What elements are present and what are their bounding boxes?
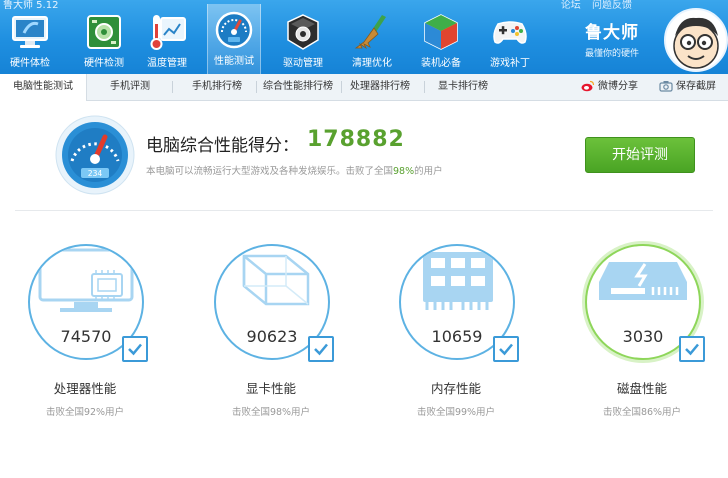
driver-gear-icon [287,14,319,50]
gpu-beat-rate: 击败全国98%用户 [231,407,311,418]
save-screenshot-button[interactable]: 保存截屏 [659,74,716,100]
gpu-performance-card[interactable]: 90623 显卡性能 击败全国98%用户 [186,232,356,422]
score-value: 178882 [307,127,405,152]
toolbar-label: 清理优化 [352,58,392,69]
brand-slogan: 最懂你的硬件 [585,49,640,59]
brand-name: 鲁大师 [585,23,639,43]
tab-separator [341,81,342,93]
tab-phone-review[interactable]: 手机评测 [95,74,165,100]
thermometer-chart-icon [150,15,186,50]
toolbar-item-essentials[interactable]: 装机必备 [415,6,467,72]
section-divider [15,210,713,211]
disk-performance-card[interactable]: 3030 磁盘性能 击败全国86%用户 [557,232,727,422]
toolbar-item-temperature[interactable]: 温度管理 [141,6,193,72]
tab-separator [172,81,173,93]
toolbar-label: 硬件检测 [84,58,124,69]
tab-phone-ranking[interactable]: 手机排行榜 [180,74,254,100]
checkmark-icon [499,343,513,356]
gamepad-icon [493,21,527,44]
tab-separator [424,81,425,93]
sub-tab-bar: 电脑性能测试 手机评测 手机排行榜 综合性能排行榜 处理器排行榜 显卡排行榜 微… [0,74,728,101]
memory-checkbox[interactable] [493,336,519,362]
tab-cpu-ranking[interactable]: 处理器排行榜 [344,74,416,100]
toolbar-item-hardware-checkup[interactable]: 硬件体检 [4,6,56,72]
brand-block: 鲁大师 最懂你的硬件 [585,18,639,59]
toolbar-item-cleanup[interactable]: 清理优化 [346,6,398,72]
checkmark-icon [685,343,699,356]
main-toolbar: 鲁大师 5.12 论坛 问题反馈 硬件体检 硬件检测 温度管理 性能测试 驱动管… [0,0,728,74]
disk-beat-rate: 击败全国86%用户 [602,407,682,418]
tab-pc-performance[interactable]: 电脑性能测试 [0,74,87,101]
camera-icon [659,81,673,92]
toolbar-label: 性能测试 [214,56,254,67]
score-description: 本电脑可以流畅运行大型游戏及各种发烧娱乐。击败了全国98%的用户 [146,163,443,177]
checkmark-icon [128,343,142,356]
toolbar-label: 硬件体检 [10,58,50,69]
feedback-link[interactable]: 问题反馈 [592,0,632,11]
toolbar-item-driver[interactable]: 驱动管理 [277,6,329,72]
save-screenshot-label: 保存截屏 [676,81,716,92]
toolbar-label: 驱动管理 [283,58,323,69]
mascot-avatar[interactable] [664,8,728,72]
broom-icon [354,15,386,50]
disk-checkbox[interactable] [679,336,705,362]
gpu-checkbox[interactable] [308,336,334,362]
memory-performance-card[interactable]: 10659 内存性能 击败全国99%用户 [371,232,541,422]
toolbar-item-performance[interactable]: 性能测试 [207,4,261,74]
toolbar-label: 装机必备 [421,58,461,69]
start-benchmark-button[interactable]: 开始评测 [585,137,695,173]
checkmark-icon [314,343,328,356]
speedometer-icon [215,11,253,49]
memory-beat-rate: 击败全国99%用户 [416,407,496,418]
score-title: 电脑综合性能得分： [146,136,299,156]
tab-separator [256,81,257,93]
cpu-performance-card[interactable]: 74570 处理器性能 击败全国92%用户 [0,232,170,422]
circuit-board-icon [87,15,121,49]
mascot-face-icon [673,17,719,69]
toolbar-label: 温度管理 [147,58,187,69]
score-desc-percent: 98% [393,166,415,177]
cpu-beat-rate: 击败全国92%用户 [45,407,125,418]
toolbar-label: 游戏补丁 [490,58,530,69]
top-links: 论坛 问题反馈 [553,0,632,11]
cpu-checkbox[interactable] [122,336,148,362]
score-desc-prefix: 本电脑可以流畅运行大型游戏及各种发烧娱乐。击败了全国 [146,166,394,177]
monitor-checkup-icon [12,16,48,48]
gauge-readout: 234 [88,169,103,178]
gpu-label: 显卡性能 [245,381,296,396]
cpu-label: 处理器性能 [53,381,117,396]
forum-link[interactable]: 论坛 [561,0,581,11]
weibo-share-button[interactable]: 微博分享 [581,74,638,100]
tab-overall-ranking[interactable]: 综合性能排行榜 [258,74,338,100]
weibo-icon [581,80,595,92]
performance-gauge-icon: 234 [55,115,135,195]
tab-gpu-ranking[interactable]: 显卡排行榜 [428,74,498,100]
score-desc-suffix: 的用户 [414,166,443,177]
toolbar-item-hardware-detect[interactable]: 硬件检测 [78,6,130,72]
package-box-icon [424,14,458,50]
toolbar-item-game-patch[interactable]: 游戏补丁 [484,6,536,72]
disk-label: 磁盘性能 [616,381,667,396]
weibo-share-label: 微博分享 [598,81,638,92]
memory-label: 内存性能 [430,381,481,396]
